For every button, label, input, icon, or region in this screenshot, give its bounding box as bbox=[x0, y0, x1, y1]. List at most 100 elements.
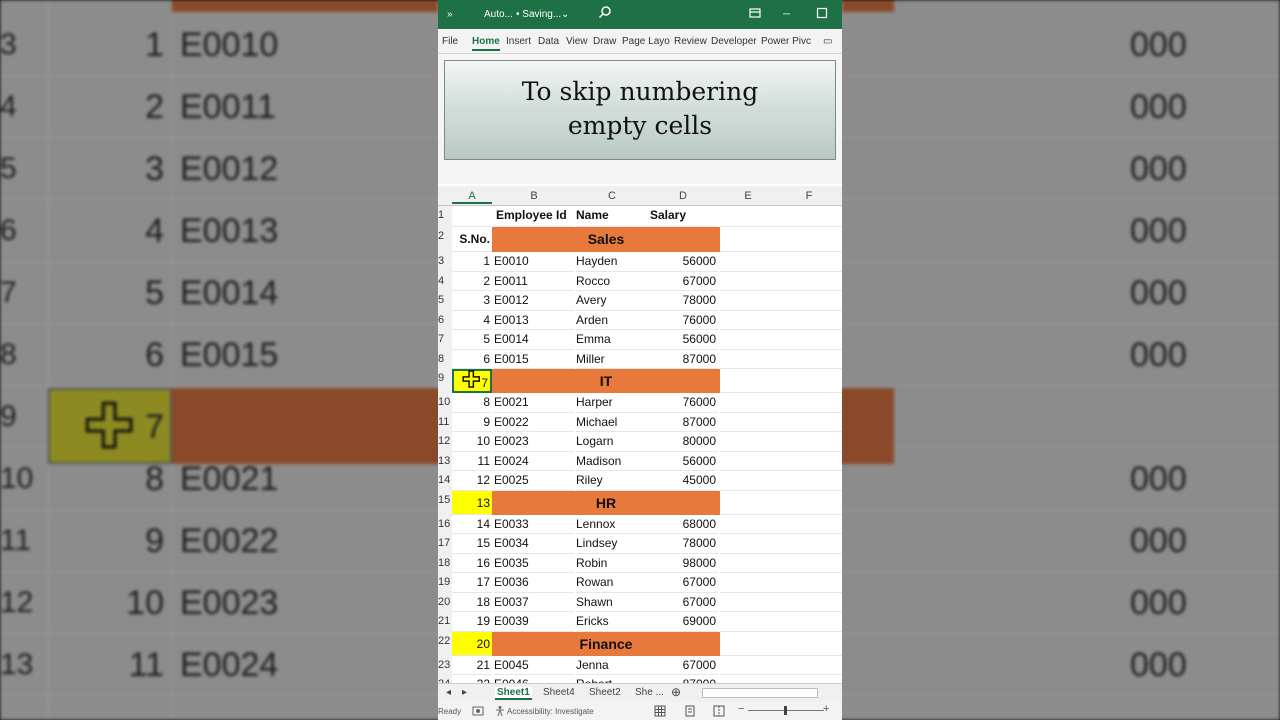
table-row[interactable]: 9 7 IT ✚ bbox=[438, 366, 842, 393]
cell-sno[interactable]: 19 bbox=[452, 612, 492, 632]
cell-name[interactable]: Lennox bbox=[576, 515, 648, 534]
header-name[interactable]: Name bbox=[576, 206, 648, 227]
cell-salary[interactable]: 67000 bbox=[648, 272, 718, 291]
cell-salary[interactable]: 56000 bbox=[648, 330, 718, 350]
cell-e[interactable] bbox=[720, 432, 776, 452]
row-number[interactable]: 2 bbox=[438, 227, 452, 252]
cell-e[interactable] bbox=[720, 272, 776, 291]
table-row[interactable]: 14 12 E0025 Riley 45000 bbox=[438, 471, 842, 491]
table-row[interactable]: 3 1 E0010 Hayden 56000 bbox=[438, 252, 842, 272]
tab-draw[interactable]: Draw bbox=[593, 36, 616, 47]
column-header-f[interactable]: F bbox=[776, 190, 842, 202]
cell-e[interactable] bbox=[720, 534, 776, 554]
row-number[interactable]: 9 bbox=[438, 369, 452, 393]
cell-a-highlighted[interactable]: 20 bbox=[452, 631, 492, 656]
ribbon-display-icon[interactable] bbox=[748, 6, 762, 23]
table-row[interactable]: 1 Employee Id Name Salary bbox=[438, 206, 842, 227]
cell-salary[interactable]: 98000 bbox=[648, 554, 718, 573]
cell-salary[interactable]: 67000 bbox=[648, 593, 718, 612]
comments-icon[interactable]: ▭ bbox=[823, 36, 832, 47]
cell-sno[interactable]: 1 bbox=[452, 252, 492, 272]
sheet-tab-1[interactable]: Sheet1 bbox=[495, 687, 532, 700]
cell-name[interactable]: Riley bbox=[576, 471, 648, 491]
cell-sno[interactable]: 8 bbox=[452, 393, 492, 413]
zoom-in-icon[interactable]: + bbox=[823, 703, 829, 715]
cell-e[interactable] bbox=[720, 632, 776, 656]
cell-sno[interactable]: 12 bbox=[452, 471, 492, 491]
cell-e[interactable] bbox=[720, 227, 776, 252]
cell-e[interactable] bbox=[720, 675, 776, 683]
cell-e[interactable] bbox=[720, 393, 776, 413]
cell-name[interactable]: Ericks bbox=[576, 612, 648, 632]
cell-a[interactable] bbox=[452, 206, 492, 227]
category-it[interactable]: IT bbox=[492, 369, 720, 393]
cell-salary[interactable]: 56000 bbox=[648, 452, 718, 471]
cell-salary[interactable]: 87000 bbox=[648, 413, 718, 432]
cell-sno[interactable]: 2 bbox=[452, 272, 492, 291]
zoom-out-icon[interactable]: − bbox=[738, 703, 744, 715]
cell-sno[interactable]: 5 bbox=[452, 330, 492, 350]
table-row[interactable]: 20 18 E0037 Shawn 67000 bbox=[438, 592, 842, 612]
cell-f[interactable] bbox=[776, 612, 842, 632]
cell-f[interactable] bbox=[776, 452, 842, 471]
cell-name[interactable]: Miller bbox=[576, 350, 648, 369]
cell-employee-id[interactable]: E0021 bbox=[494, 393, 574, 413]
cell-f[interactable] bbox=[776, 311, 842, 330]
row-number[interactable]: 15 bbox=[438, 490, 452, 515]
table-row[interactable]: 15 13 HR bbox=[438, 490, 842, 515]
cell-salary[interactable]: 68000 bbox=[648, 515, 718, 534]
cell-f[interactable] bbox=[776, 432, 842, 452]
table-row[interactable]: 19 17 E0036 Rowan 67000 bbox=[438, 573, 842, 593]
tab-page-layo[interactable]: Page Layo bbox=[622, 36, 670, 47]
cell-employee-id[interactable]: E0023 bbox=[494, 432, 574, 452]
row-number[interactable]: 13 bbox=[438, 451, 452, 471]
cell-salary[interactable]: 67000 bbox=[648, 656, 718, 675]
tab-developer[interactable]: Developer bbox=[711, 36, 757, 47]
cell-sno[interactable]: 15 bbox=[452, 534, 492, 554]
row-number[interactable]: 3 bbox=[438, 252, 452, 272]
cell-employee-id[interactable]: E0014 bbox=[494, 330, 574, 350]
cell-name[interactable]: Rowan bbox=[576, 573, 648, 593]
cell-e[interactable] bbox=[720, 291, 776, 311]
cell-employee-id[interactable]: E0034 bbox=[494, 534, 574, 554]
cell-employee-id[interactable]: E0037 bbox=[494, 593, 574, 612]
cell-employee-id[interactable]: E0012 bbox=[494, 291, 574, 311]
header-employee-id[interactable]: Employee Id bbox=[494, 206, 574, 227]
cell-e[interactable] bbox=[720, 515, 776, 534]
cell-a-highlighted[interactable]: 13 bbox=[452, 490, 492, 515]
table-row[interactable]: 2422E0046Robert87000 bbox=[438, 675, 842, 683]
sheet-scroll-right-icon[interactable]: ▸ bbox=[462, 687, 467, 698]
sheet-tab-4[interactable]: She ... bbox=[635, 687, 664, 698]
cell-sno[interactable]: 4 bbox=[452, 311, 492, 330]
expand-icon[interactable]: » bbox=[447, 9, 453, 20]
cell-salary[interactable]: 78000 bbox=[648, 291, 718, 311]
cell-salary[interactable]: 87000 bbox=[648, 675, 718, 683]
cell-employee-id[interactable]: E0022 bbox=[494, 413, 574, 432]
cell-e[interactable] bbox=[720, 593, 776, 612]
cell-f[interactable] bbox=[776, 534, 842, 554]
row-number[interactable]: 22 bbox=[438, 631, 452, 656]
page-break-icon[interactable] bbox=[713, 705, 725, 719]
cell-sno[interactable]: 17 bbox=[452, 573, 492, 593]
cell-e[interactable] bbox=[720, 413, 776, 432]
row-number[interactable]: 5 bbox=[438, 291, 452, 311]
accessibility-status[interactable]: Accessibility: Investigate bbox=[507, 707, 594, 716]
cell-salary[interactable]: 56000 bbox=[648, 252, 718, 272]
chevron-down-icon[interactable]: ⌄ bbox=[561, 9, 569, 20]
sheet-tab-3[interactable]: Sheet2 bbox=[589, 687, 621, 698]
cell-name[interactable]: Lindsey bbox=[576, 534, 648, 554]
cell-f[interactable] bbox=[776, 675, 842, 683]
cell-employee-id[interactable]: E0010 bbox=[494, 252, 574, 272]
cell-name[interactable]: Jenna bbox=[576, 656, 648, 675]
cell-e[interactable] bbox=[720, 612, 776, 632]
table-row[interactable]: 17 15 E0034 Lindsey 78000 bbox=[438, 534, 842, 554]
cell-salary[interactable]: 45000 bbox=[648, 471, 718, 491]
cell-employee-id[interactable]: E0045 bbox=[494, 656, 574, 675]
horizontal-scrollbar[interactable] bbox=[702, 688, 818, 698]
row-number[interactable]: 19 bbox=[438, 573, 452, 593]
table-row[interactable]: 16 14 E0033 Lennox 68000 bbox=[438, 514, 842, 534]
table-row[interactable]: 22 20 Finance bbox=[438, 631, 842, 656]
cell-e[interactable] bbox=[720, 471, 776, 491]
tab-insert[interactable]: Insert bbox=[506, 36, 531, 47]
cell-f[interactable] bbox=[776, 291, 842, 311]
